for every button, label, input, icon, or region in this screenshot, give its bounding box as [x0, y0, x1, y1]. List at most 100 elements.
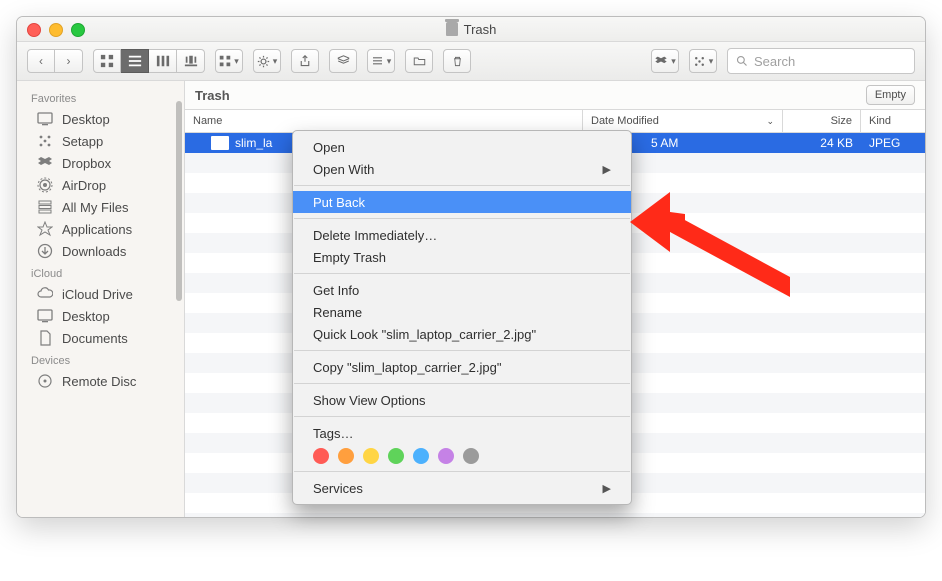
tag-gray[interactable]	[463, 448, 479, 464]
ctx-empty-trash[interactable]: Empty Trash	[293, 246, 631, 268]
sidebar-item-setapp[interactable]: Setapp	[17, 130, 184, 152]
col-kind[interactable]: Kind	[861, 110, 925, 132]
ctx-delete-immediately[interactable]: Delete Immediately…	[293, 224, 631, 246]
ctx-rename[interactable]: Rename	[293, 301, 631, 323]
tag-yellow[interactable]	[363, 448, 379, 464]
file-name: slim_la	[235, 136, 272, 150]
trash-icon	[452, 55, 463, 68]
annotation-arrow	[630, 192, 800, 305]
sidebar-item-applications[interactable]: Applications	[17, 218, 184, 240]
tag-green[interactable]	[388, 448, 404, 464]
sidebar-item-remotedisc[interactable]: Remote Disc	[17, 370, 184, 392]
ctx-show-view-options[interactable]: Show View Options	[293, 389, 631, 411]
file-kind: JPEG	[869, 136, 900, 150]
desktop-icon	[37, 111, 53, 127]
col-size[interactable]: Size	[783, 110, 861, 132]
chevron-down-icon: ▾	[387, 56, 392, 67]
icon-view-button[interactable]	[93, 49, 121, 73]
dropbox-toolbar-button[interactable]: ▾	[651, 49, 679, 73]
applications-icon	[37, 221, 53, 237]
sidebar-item-iclouddrive[interactable]: iCloud Drive	[17, 283, 184, 305]
ctx-separator	[294, 416, 630, 417]
coverflow-icon	[184, 54, 198, 68]
sidebar-item-desktop-icloud[interactable]: Desktop	[17, 305, 184, 327]
minimize-window-button[interactable]	[49, 23, 63, 37]
chevron-down-icon: ▾	[709, 56, 714, 67]
window-controls	[27, 23, 85, 37]
sidebar-item-airdrop[interactable]: AirDrop	[17, 174, 184, 196]
sidebar-item-dropbox[interactable]: Dropbox	[17, 152, 184, 174]
tag-button[interactable]	[329, 49, 357, 73]
empty-trash-button[interactable]: Empty	[866, 85, 915, 105]
ctx-get-info[interactable]: Get Info	[293, 279, 631, 301]
newfolder-button[interactable]	[405, 49, 433, 73]
share-button[interactable]	[291, 49, 319, 73]
ctx-services[interactable]: Services▶	[293, 477, 631, 499]
file-size: 24 KB	[820, 136, 853, 150]
tag-red[interactable]	[313, 448, 329, 464]
sidebar-item-allmyfiles[interactable]: All My Files	[17, 196, 184, 218]
file-thumbnail-icon	[211, 136, 229, 150]
dots-icon	[693, 55, 706, 68]
folder-icon	[413, 55, 426, 67]
delete-button[interactable]	[443, 49, 471, 73]
sidebar-section-devices-header: Devices	[17, 349, 184, 370]
sidebar-item-label: Remote Disc	[62, 374, 136, 389]
title-bar: Trash	[17, 17, 925, 42]
ctx-quick-look[interactable]: Quick Look "slim_laptop_carrier_2.jpg"	[293, 323, 631, 345]
dropbox-icon	[654, 55, 668, 68]
ctx-copy[interactable]: Copy "slim_laptop_carrier_2.jpg"	[293, 356, 631, 378]
column-view-button[interactable]	[149, 49, 177, 73]
chevron-down-icon: ▾	[671, 56, 676, 67]
tag-orange[interactable]	[338, 448, 354, 464]
ctx-separator	[294, 471, 630, 472]
arrow-icon	[630, 192, 800, 302]
zoom-window-button[interactable]	[71, 23, 85, 37]
share-icon	[299, 55, 311, 67]
chevron-down-icon: ▾	[273, 56, 278, 67]
sidebar-item-label: Dropbox	[62, 156, 111, 171]
extra-toolbar-button[interactable]: ▾	[689, 49, 717, 73]
tag-purple[interactable]	[438, 448, 454, 464]
tag-icon	[337, 55, 350, 67]
ctx-put-back[interactable]: Put Back	[293, 191, 631, 213]
submenu-arrow-icon: ▶	[603, 482, 611, 495]
ctx-open-with[interactable]: Open With▶	[293, 158, 631, 180]
col-date[interactable]: Date Modified⌄	[583, 110, 783, 132]
back-button[interactable]: ‹	[27, 49, 55, 73]
documents-icon	[37, 330, 53, 346]
tag-blue[interactable]	[413, 448, 429, 464]
sidebar-item-documents[interactable]: Documents	[17, 327, 184, 349]
action-button[interactable]: ▾	[253, 49, 281, 73]
sidebar-section-favorites-header: Favorites	[17, 87, 184, 108]
ctx-separator	[294, 383, 630, 384]
close-window-button[interactable]	[27, 23, 41, 37]
columns-icon	[156, 54, 170, 68]
sidebar-item-label: Setapp	[62, 134, 103, 149]
location-title: Trash	[195, 88, 230, 103]
trash-icon	[446, 22, 458, 36]
remote-disc-icon	[37, 373, 53, 389]
ctx-separator	[294, 218, 630, 219]
forward-button[interactable]: ›	[55, 49, 83, 73]
ctx-tags[interactable]: Tags…	[293, 422, 631, 444]
search-input[interactable]: Search	[727, 48, 915, 74]
arrange-button[interactable]: ▾	[215, 49, 243, 73]
sidebar-scrollbar[interactable]	[174, 81, 184, 321]
submenu-arrow-icon: ▶	[603, 163, 611, 176]
coverflow-view-button[interactable]	[177, 49, 205, 73]
quicklook-button[interactable]: ▾	[367, 49, 395, 73]
dropbox-icon	[37, 155, 53, 171]
sidebar-item-downloads[interactable]: Downloads	[17, 240, 184, 262]
arrange-icon	[219, 55, 231, 67]
desktop-icon	[37, 308, 53, 324]
sidebar-item-label: Desktop	[62, 309, 110, 324]
ctx-open[interactable]: Open	[293, 136, 631, 158]
col-name[interactable]: Name	[185, 110, 583, 132]
ctx-separator	[294, 273, 630, 274]
sidebar-section-icloud-header: iCloud	[17, 262, 184, 283]
downloads-icon	[37, 243, 53, 259]
nav-buttons: ‹ ›	[27, 49, 83, 73]
sidebar-item-desktop[interactable]: Desktop	[17, 108, 184, 130]
list-view-button[interactable]	[121, 49, 149, 73]
